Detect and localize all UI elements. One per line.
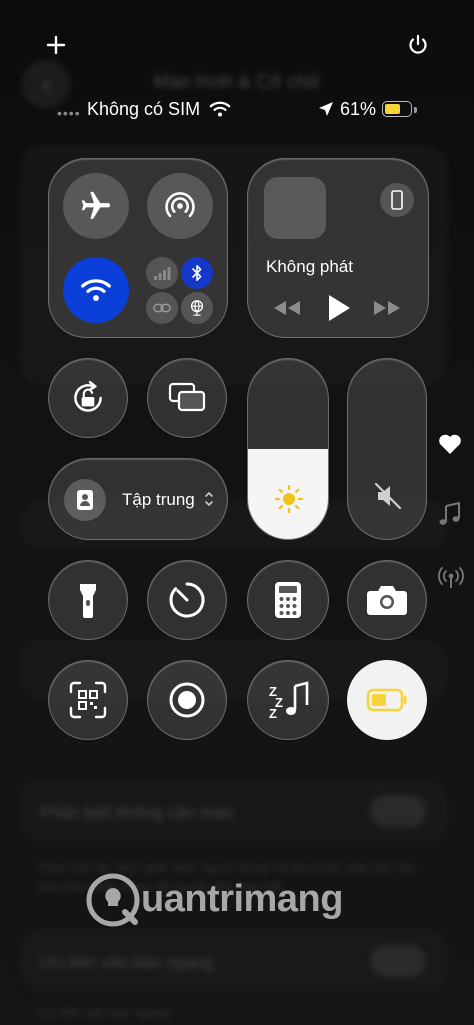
signal-dots-icon: ••••	[57, 105, 81, 121]
heart-icon[interactable]	[438, 433, 462, 455]
svg-text:Z: Z	[269, 706, 277, 720]
orientation-lock-button[interactable]	[48, 358, 128, 438]
camera-icon	[367, 586, 407, 615]
bluetooth-icon	[191, 264, 202, 282]
airdrop-button[interactable]	[147, 173, 213, 239]
record-icon	[169, 682, 205, 718]
fast-forward-icon	[374, 301, 400, 315]
play-icon	[329, 295, 350, 321]
focus-icon-container	[64, 479, 106, 521]
volume-slider[interactable]	[347, 358, 427, 540]
focus-label: Tập trung	[122, 490, 195, 509]
battery-icon	[382, 101, 412, 117]
now-playing-label: Không phát	[266, 257, 353, 276]
flashlight-icon	[80, 584, 96, 618]
sun-icon	[274, 484, 304, 514]
rewind-icon	[274, 301, 300, 315]
battery-cap	[414, 107, 417, 113]
phone-icon	[391, 190, 403, 210]
power-button[interactable]	[406, 33, 430, 57]
calculator-button[interactable]	[247, 560, 329, 640]
background-toggle	[370, 795, 426, 827]
background-row-description: Ưu tiên văn bản ngang	[38, 1005, 171, 1020]
speaker-muted-icon	[374, 482, 402, 510]
screen-recording-button[interactable]	[147, 660, 227, 740]
add-control-button[interactable]	[44, 33, 68, 57]
background-row-label: Phân biệt không cần màu	[40, 803, 233, 822]
globe-icon	[190, 300, 204, 316]
qr-scanner-icon	[69, 681, 107, 719]
screen-mirroring-button[interactable]	[147, 358, 227, 438]
focus-person-icon	[77, 490, 93, 510]
vpn-button[interactable]	[181, 292, 213, 324]
screen: ‹ Màn hình & Cỡ chữ Phân biệt không cần …	[0, 0, 474, 1025]
wifi-icon	[81, 279, 111, 301]
plus-icon	[46, 35, 66, 55]
location-arrow-icon	[319, 102, 333, 116]
chevron-up-down-icon	[205, 491, 213, 507]
background-title: Màn hình & Cỡ chữ	[153, 72, 321, 93]
play-button[interactable]	[326, 293, 352, 328]
album-artwork	[264, 177, 326, 239]
battery-low-power-icon	[366, 688, 407, 712]
background-row-label: Ưu tiên văn bản ngang	[40, 953, 214, 972]
airdrop-icon	[165, 192, 195, 218]
sleep-music-icon: Z Z Z	[269, 681, 309, 720]
fast-forward-button[interactable]	[372, 299, 402, 322]
watermark-logo-icon	[86, 873, 140, 927]
code-scanner-button[interactable]	[48, 660, 128, 740]
airplane-icon	[81, 191, 111, 219]
hotspot-button[interactable]	[146, 292, 178, 324]
brightness-slider[interactable]	[247, 358, 329, 540]
watermark-text: uantrimang	[141, 878, 343, 920]
music-note-icon[interactable]	[438, 502, 462, 526]
bluetooth-button[interactable]	[181, 257, 213, 289]
airplay-button[interactable]	[380, 183, 414, 217]
camera-button[interactable]	[347, 560, 427, 640]
wifi-status-icon	[209, 101, 231, 117]
screen-mirroring-icon	[168, 382, 206, 412]
calculator-icon	[275, 582, 301, 618]
timer-icon	[169, 582, 205, 618]
watermark: uantrimang	[85, 870, 365, 930]
timer-button[interactable]	[147, 560, 227, 640]
rewind-button[interactable]	[272, 299, 302, 322]
carrier-label: Không có SIM	[87, 99, 201, 119]
cellular-bars-icon	[154, 267, 171, 280]
power-icon	[409, 34, 427, 54]
wifi-button[interactable]	[63, 257, 129, 323]
antenna-signal-icon[interactable]	[438, 566, 464, 590]
media-panel[interactable]: Không phát	[247, 158, 429, 338]
focus-button[interactable]: Tập trung	[48, 458, 228, 540]
airplane-mode-button[interactable]	[63, 173, 129, 239]
flashlight-button[interactable]	[48, 560, 128, 640]
low-power-mode-button[interactable]	[347, 660, 427, 740]
link-icon	[153, 303, 171, 313]
status-bar: •••• Không có SIM 61%	[0, 98, 474, 122]
battery-percent: 61%	[340, 99, 377, 119]
background-toggle	[370, 945, 426, 977]
connectivity-panel	[48, 158, 228, 338]
rotation-lock-icon	[74, 380, 102, 412]
cellular-button[interactable]	[146, 257, 178, 289]
recognize-music-button[interactable]: Z Z Z	[247, 660, 329, 740]
